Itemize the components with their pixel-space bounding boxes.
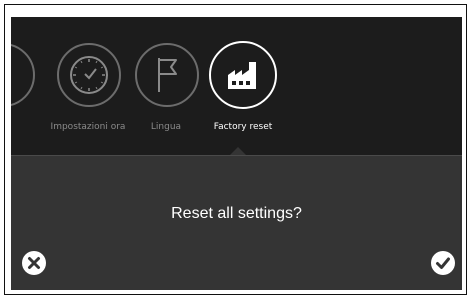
- confirm-button[interactable]: [431, 251, 455, 275]
- carousel-item-label: Factory reset: [213, 122, 273, 132]
- carousel-item-factory-reset[interactable]: Factory reset: [188, 41, 298, 143]
- cancel-button[interactable]: [22, 251, 46, 275]
- close-icon: [28, 257, 40, 269]
- factory-icon: [209, 41, 277, 109]
- settings-carousel: Impostazioni ora Lingua Factory reset: [11, 17, 462, 155]
- selection-pointer: [230, 147, 246, 155]
- partial-circle-icon: [11, 43, 35, 107]
- checkmark-icon: [436, 257, 450, 269]
- confirmation-prompt: Reset all settings?: [171, 205, 302, 222]
- settings-screen: Impostazioni ora Lingua Factory reset Re…: [11, 17, 462, 290]
- divider: [11, 155, 462, 156]
